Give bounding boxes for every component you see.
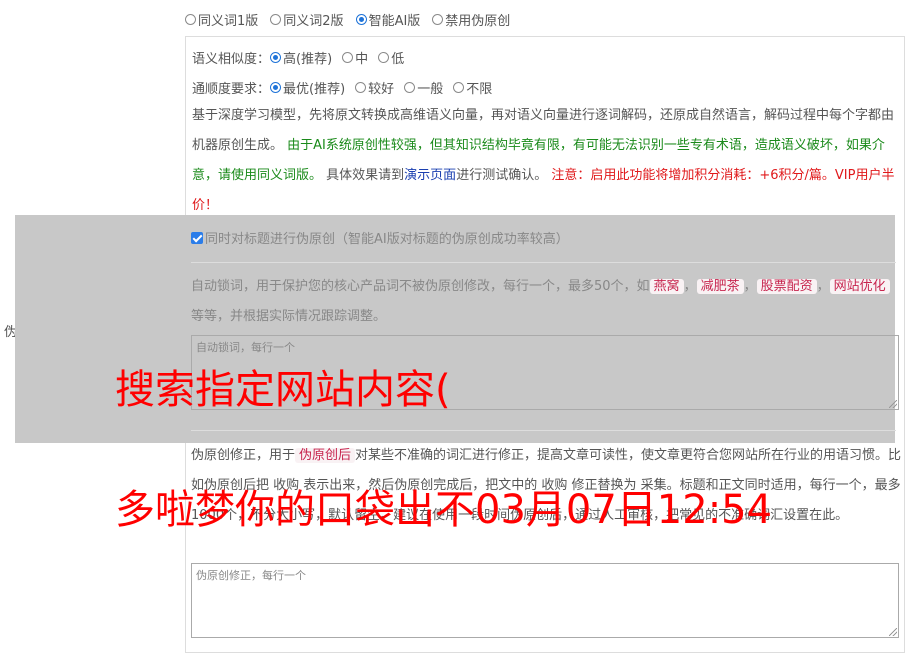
- radio-icon[interactable]: [453, 81, 465, 93]
- similarity-high[interactable]: 高(推荐): [270, 48, 332, 67]
- radio-icon[interactable]: [432, 13, 444, 25]
- fluency-normal[interactable]: 一般: [404, 78, 443, 97]
- radio-icon[interactable]: [342, 51, 354, 63]
- radio-icon[interactable]: [404, 81, 416, 93]
- mode-option-synonym-1[interactable]: 同义词1版: [185, 10, 258, 29]
- demo-page-link[interactable]: 演示页面: [404, 168, 456, 183]
- fluency-row: 通顺度要求： 最优(推荐) 较好 一般 不限: [192, 77, 492, 97]
- fluency-unlimited[interactable]: 不限: [453, 78, 492, 97]
- similarity-low[interactable]: 低: [378, 48, 404, 67]
- fluency-label: 通顺度要求：: [192, 81, 271, 97]
- title-checkbox-label: 同时对标题进行伪原创（智能AI版对标题的伪原创成功率较高）: [205, 232, 569, 247]
- ai-description: 基于深度学习模型，先将原文转换成高维语义向量，再对语义向量进行逐词解码，还原成自…: [192, 108, 895, 213]
- mode-option-ai[interactable]: 智能AI版: [355, 10, 420, 29]
- title-checkbox-row[interactable]: 同时对标题进行伪原创（智能AI版对标题的伪原创成功率较高）: [191, 228, 569, 247]
- radio-icon[interactable]: [270, 13, 282, 25]
- overlay-text-1: 搜索指定网站内容(: [115, 367, 451, 413]
- example-tag: 股票配资: [756, 279, 817, 294]
- example-tag: 燕窝: [649, 279, 684, 294]
- checkbox-checked-icon[interactable]: [191, 231, 203, 244]
- overlay-text-2: 多啦梦你的口袋出不03月07日12:54: [115, 487, 773, 533]
- divider: [191, 430, 896, 431]
- divider: [191, 262, 896, 263]
- radio-checked-icon[interactable]: [270, 81, 282, 93]
- radio-checked-icon[interactable]: [270, 51, 282, 63]
- similarity-medium[interactable]: 中: [342, 48, 368, 67]
- radio-icon[interactable]: [355, 81, 367, 93]
- mode-option-synonym-2[interactable]: 同义词2版: [270, 10, 344, 29]
- mode-option-disable[interactable]: 禁用伪原创: [432, 10, 510, 29]
- fix-words-textarea[interactable]: 伪原创修正，每行一个: [191, 563, 899, 638]
- radio-checked-icon[interactable]: [355, 13, 367, 25]
- fluency-good[interactable]: 较好: [355, 78, 394, 97]
- example-tag: 网站优化: [829, 279, 890, 294]
- fix-tag: 伪原创后: [295, 448, 356, 463]
- resize-handle-icon[interactable]: [889, 628, 897, 636]
- fluency-best[interactable]: 最优(推荐): [270, 78, 345, 97]
- example-tag: 减肥茶: [696, 279, 744, 294]
- similarity-row: 语义相似度： 高(推荐) 中 低: [192, 47, 404, 67]
- similarity-label: 语义相似度：: [192, 51, 271, 67]
- mode-radio-group: 同义词1版 同义词2版 智能AI版 禁用伪原创: [185, 10, 510, 29]
- radio-icon[interactable]: [378, 51, 390, 63]
- lock-words-description: 自动锁词，用于保护您的核心产品词不被伪原创修改，每行一个，最多50个，如 燕窝，减…: [191, 272, 896, 332]
- radio-icon[interactable]: [185, 13, 196, 25]
- resize-handle-icon[interactable]: [889, 400, 897, 408]
